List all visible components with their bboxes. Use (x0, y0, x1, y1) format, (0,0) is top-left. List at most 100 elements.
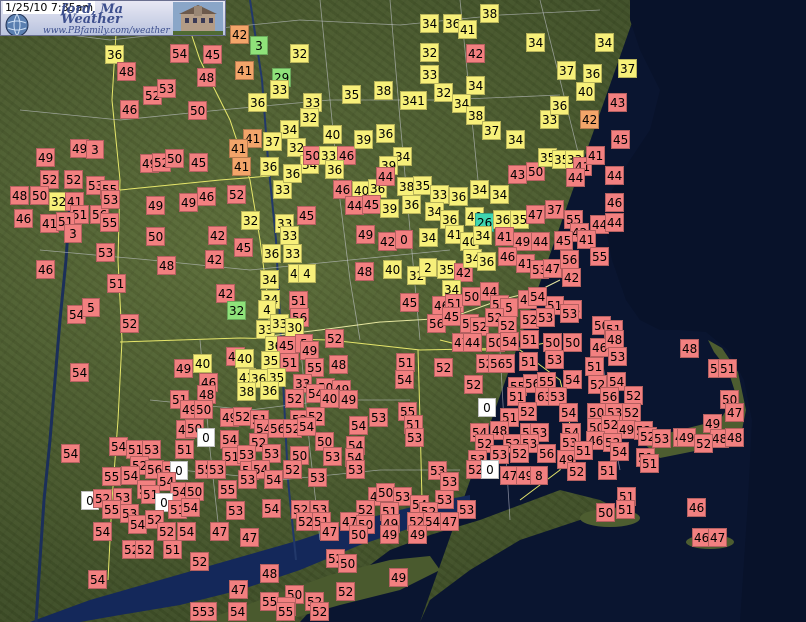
station-temperature: 51 (520, 330, 540, 349)
site-url[interactable]: www.PBfamily.com/weather (43, 26, 170, 35)
station-temperature: 52 (227, 185, 247, 204)
station-temperature: 5 (82, 298, 100, 317)
station-temperature: 47 (526, 205, 546, 224)
station-temperature: 37 (557, 61, 577, 80)
station-temperature: 53 (457, 500, 477, 519)
station-temperature: 0 (478, 398, 496, 417)
station-temperature: 52 (567, 462, 587, 481)
station-temperature: 37 (263, 132, 283, 151)
station-temperature: 48 (197, 68, 217, 87)
station-temperature: 4 (298, 264, 316, 283)
station-temperature: 50 (146, 227, 166, 246)
station-temperature: 32 (241, 211, 261, 230)
station-temperature: 54 (88, 570, 108, 589)
station-temperature: 48 (260, 564, 280, 583)
station-temperature: 46 (197, 187, 217, 206)
station-temperature: 54 (61, 444, 81, 463)
station-temperature: 3 (250, 36, 268, 55)
station-temperature: 54 (297, 417, 317, 436)
station-temperature: 55 (276, 602, 296, 621)
station-temperature: 53 (323, 447, 343, 466)
station-temperature: 54 (262, 499, 282, 518)
station-temperature: 43 (608, 93, 628, 112)
station-temperature: 55 (590, 247, 610, 266)
station-temperature: 54 (70, 363, 90, 382)
station-temperature: 51 (598, 461, 618, 480)
station-temperature: 47 (725, 403, 745, 422)
station-temperature: 46 (687, 498, 707, 517)
site-subtitle: Weather (61, 12, 122, 27)
station-temperature: 55 (100, 213, 120, 232)
station-temperature: 40 (576, 82, 596, 101)
station-temperature: 553 (190, 602, 217, 621)
globe-icon (5, 13, 29, 35)
station-temperature: 36 (583, 64, 603, 83)
station-temperature: 51 (640, 454, 660, 473)
station-temperature: 36 (260, 381, 280, 400)
station-temperature: 52 (190, 552, 210, 571)
station-temperature: 341 (400, 91, 427, 110)
station-temperature: 50 (165, 149, 185, 168)
station-temperature: 45 (611, 130, 631, 149)
station-temperature: 50 (596, 503, 616, 522)
station-temperature: 40 (383, 260, 403, 279)
station-temperature: 53 (545, 350, 565, 369)
station-temperature: 45 (203, 45, 223, 64)
station-temperature: 36 (376, 124, 396, 143)
station-temperature: 32 (227, 301, 247, 320)
station-temperature: 49 (174, 359, 194, 378)
station-temperature: 46 (120, 100, 140, 119)
station-temperature: 41 (495, 227, 515, 246)
station-temperature: 45 (297, 206, 317, 225)
station-temperature: 54 (395, 370, 415, 389)
station-temperature: 0 (197, 428, 215, 447)
station-temperature: 42 (562, 268, 582, 287)
station-temperature: 38 (374, 81, 394, 100)
station-temperature: 42 (230, 25, 250, 44)
station-temperature: 3 (86, 140, 104, 159)
station-temperature: 34 (526, 33, 546, 52)
station-temperature: 40 (235, 349, 255, 368)
station-temperature: 52 (694, 434, 714, 453)
station-temperature: 52 (434, 358, 454, 377)
station-temperature: 38 (237, 382, 257, 401)
station-temperature: 47 (708, 528, 728, 547)
station-temperature: 39 (380, 199, 400, 218)
station-temperature: 48 (117, 62, 137, 81)
station-temperature: 49 (179, 193, 199, 212)
station-temperature: 53 (405, 428, 425, 447)
station-temperature: 49 (339, 390, 359, 409)
station-temperature: 45 (554, 231, 574, 250)
station-temperature: 36 (550, 96, 570, 115)
station-temperature: 54 (528, 287, 548, 306)
station-temperature: 37 (545, 200, 565, 219)
station-temperature: 37 (618, 59, 638, 78)
station-temperature: 50 (462, 287, 482, 306)
station-temperature: 54 (610, 442, 630, 461)
station-temperature: 42 (466, 44, 486, 63)
station-temperature: 53 (238, 470, 258, 489)
station-temperature: 50 (338, 554, 358, 573)
station-temperature: 42 (208, 226, 228, 245)
station-temperature: 49 (36, 148, 56, 167)
station-temperature: 55 (218, 480, 238, 499)
station-temperature: 54 (228, 602, 248, 621)
station-temperature: 33 (420, 65, 440, 84)
station-temperature: 0 (481, 460, 499, 479)
station-temperature: 47 (210, 522, 230, 541)
station-temperature: 47 (320, 522, 340, 541)
station-temperature: 49 (356, 225, 376, 244)
station-temperature: 44 (605, 213, 625, 232)
station-temperature: 45 (362, 195, 382, 214)
station-temperature: 48 (680, 339, 700, 358)
station-temperature: 33 (270, 80, 290, 99)
station-temperature: 53 (536, 308, 556, 327)
station-temperature: 53 (308, 468, 328, 487)
station-temperature: 55 (102, 467, 122, 486)
station-temperature: 34 (260, 270, 280, 289)
station-temperature: 51 (107, 274, 127, 293)
station-temperature: 40 (320, 389, 340, 408)
station-temperature: 56 (560, 250, 580, 269)
station-temperature: 44 (531, 232, 551, 251)
station-temperature: 36 (477, 252, 497, 271)
